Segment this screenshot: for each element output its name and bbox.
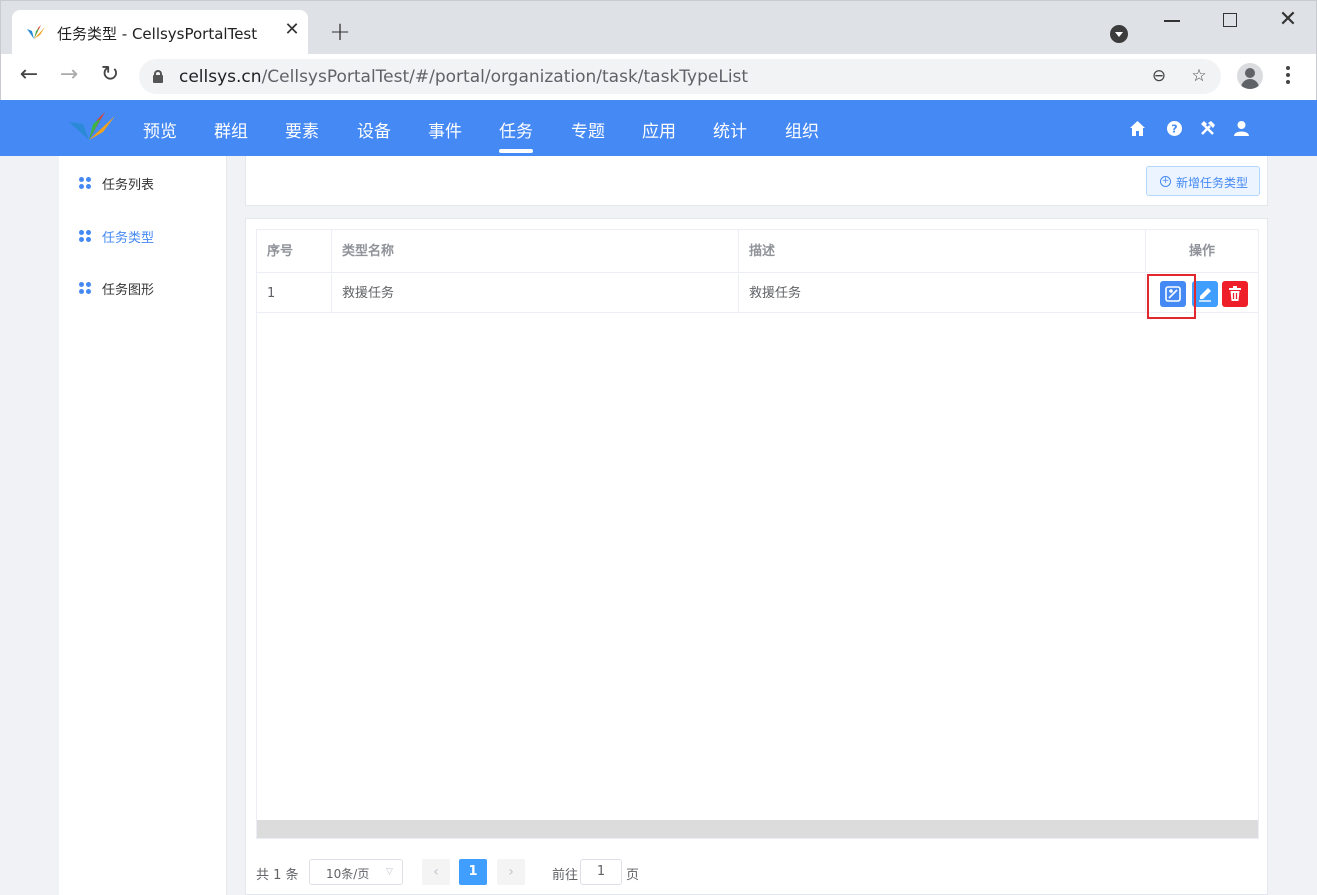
window-close-icon[interactable]: ✕ (1277, 7, 1299, 33)
nav-statistics[interactable]: 统计 (713, 117, 747, 142)
page-number-current[interactable]: 1 (459, 859, 487, 885)
user-icon[interactable] (1233, 120, 1250, 137)
tab-search-icon[interactable] (1110, 25, 1128, 43)
delete-icon (1229, 286, 1241, 301)
nav-groups[interactable]: 群组 (214, 117, 248, 142)
tools-icon[interactable] (1199, 120, 1216, 137)
browser-tabstrip: 任务类型 - CellsysPortalTest ✕ + ✕ (0, 0, 1317, 55)
page-suffix-label: 页 (626, 868, 640, 883)
active-menu-indicator (499, 149, 533, 153)
url-text[interactable]: cellsys.cn/CellsysPortalTest/#/portal/or… (179, 67, 748, 87)
new-tab-button[interactable]: + (327, 19, 353, 46)
nav-apps[interactable]: 应用 (642, 117, 676, 142)
table-panel: 序号 类型名称 描述 操作 1 救援任务 救援任务 共 1 条 10条/页 ▽ … (245, 218, 1268, 895)
help-icon[interactable]: ? (1166, 120, 1183, 137)
browser-menu-icon[interactable] (1285, 66, 1291, 88)
svg-text:?: ? (1171, 123, 1177, 136)
nav-topics[interactable]: 专题 (571, 117, 605, 142)
horizontal-scrollbar[interactable] (257, 820, 1258, 838)
delete-button[interactable] (1222, 281, 1248, 307)
pagination-total: 共 1 条 (256, 868, 299, 883)
next-page-button[interactable]: › (497, 859, 525, 885)
table-header: 序号 类型名称 描述 操作 (257, 230, 1258, 273)
back-icon[interactable]: ← (17, 64, 41, 88)
cell-name: 救援任务 (332, 274, 739, 313)
table-row: 1 救援任务 救援任务 (257, 274, 1258, 313)
page-size-select[interactable]: 10条/页 ▽ (309, 859, 403, 885)
home-icon[interactable] (1129, 120, 1146, 137)
bookmark-star-icon[interactable]: ☆ (1189, 66, 1209, 86)
lock-icon (153, 70, 163, 83)
add-task-type-button[interactable]: + 新增任务类型 (1146, 166, 1260, 196)
app-favicon-icon (27, 25, 45, 39)
column-header-actions: 操作 (1188, 244, 1215, 259)
column-header-desc: 描述 (739, 230, 1146, 273)
maximize-icon[interactable] (1223, 13, 1237, 27)
nav-events[interactable]: 事件 (428, 117, 462, 142)
nav-preview[interactable]: 预览 (143, 117, 177, 142)
sidebar-item-label: 任务图形 (102, 283, 155, 298)
nav-tasks[interactable]: 任务 (499, 117, 533, 142)
sidebar-item-label: 任务类型 (102, 231, 155, 246)
goto-label: 前往 (552, 868, 579, 883)
browser-toolbar: ← → ↻ cellsys.cn/CellsysPortalTest/#/por… (0, 54, 1317, 100)
chevron-down-icon: ▽ (386, 867, 393, 877)
nav-organization[interactable]: 组织 (785, 117, 819, 142)
action-panel: + 新增任务类型 (245, 156, 1268, 206)
nav-elements[interactable]: 要素 (285, 117, 319, 142)
sidebar-item-label: 任务列表 (102, 178, 155, 193)
task-type-table: 序号 类型名称 描述 操作 1 救援任务 救援任务 (256, 229, 1259, 839)
forward-icon[interactable]: → (57, 64, 81, 88)
highlight-annotation (1147, 274, 1196, 319)
grid-dots-icon (79, 230, 91, 242)
profile-avatar-icon[interactable] (1237, 63, 1263, 89)
minimize-icon[interactable] (1164, 20, 1180, 22)
browser-tab[interactable]: 任务类型 - CellsysPortalTest ✕ (12, 10, 308, 55)
sidebar: 任务列表 任务类型 任务图形 (59, 156, 227, 895)
zoom-icon[interactable]: ⊖ (1149, 66, 1169, 86)
address-bar[interactable]: cellsys.cn/CellsysPortalTest/#/portal/or… (139, 59, 1221, 94)
reload-icon[interactable]: ↻ (98, 64, 122, 88)
grid-dots-icon (79, 282, 91, 294)
tab-close-icon[interactable]: ✕ (282, 20, 302, 40)
goto-page-input[interactable]: 1 (580, 859, 622, 885)
cell-index: 1 (257, 274, 332, 313)
column-header-name: 类型名称 (332, 230, 739, 273)
cellsys-logo[interactable] (67, 110, 117, 146)
prev-page-button[interactable]: ‹ (422, 859, 450, 885)
nav-devices[interactable]: 设备 (357, 117, 391, 142)
column-header-index: 序号 (257, 230, 332, 273)
tab-title: 任务类型 - CellsysPortalTest (57, 25, 258, 43)
app-header: 预览 群组 要素 设备 事件 任务 专题 应用 统计 组织 ? (0, 100, 1317, 156)
plus-circle-icon: + (1160, 176, 1171, 187)
cell-desc: 救援任务 (739, 274, 1146, 313)
grid-dots-icon (79, 177, 91, 189)
